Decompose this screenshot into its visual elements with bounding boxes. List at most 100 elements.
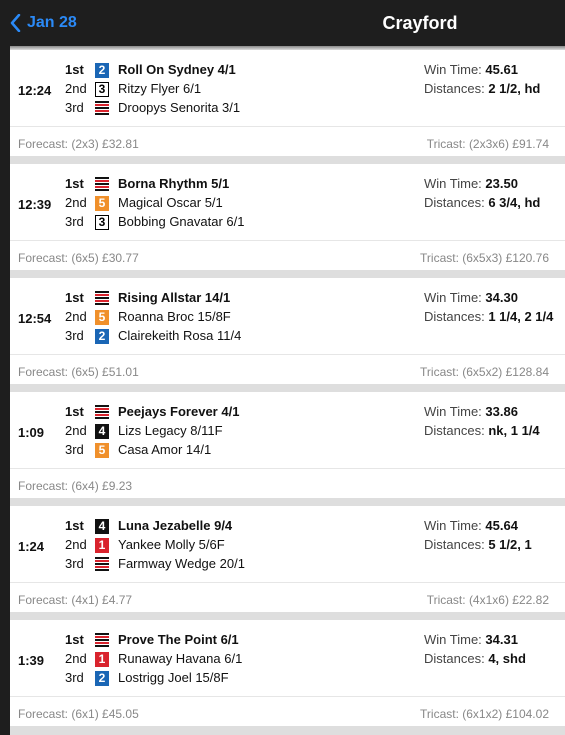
finish-position: 1st [65, 632, 84, 647]
finish-position: 1st [65, 176, 84, 191]
distances: Distances: 4, shd [424, 651, 526, 666]
forecast-value: (2x3) £32.81 [71, 137, 139, 151]
finish-position: 3rd [65, 442, 84, 457]
forecast-value: (6x1) £45.05 [71, 707, 139, 721]
finish-position: 3rd [65, 100, 84, 115]
race-card[interactable]: 1:24 1st 4 Luna Jezabelle 9/4 2nd 1 Yankee Mol… [10, 506, 565, 612]
distances-value: nk, 1 1/4 [488, 423, 540, 438]
greyhound-name: Clairekeith Rosa 11/4 [118, 328, 242, 343]
finish-position: 3rd [65, 556, 84, 571]
divider [10, 126, 565, 127]
forecast-value: (6x5) £51.01 [71, 365, 139, 379]
greyhound-name: Lizs Legacy 8/11F [118, 423, 223, 438]
back-button[interactable]: Jan 28 [10, 11, 77, 35]
finish-position: 2nd [65, 195, 87, 210]
race-time: 1:09 [18, 425, 45, 440]
divider [10, 240, 565, 241]
distances-value: 2 1/2, hd [488, 81, 541, 96]
top-navigation-bar: Jan 28 Crayford [0, 0, 565, 46]
greyhound-name: Bobbing Gnavatar 6/1 [118, 214, 245, 229]
forecast: Forecast: (6x1) £45.05 [18, 707, 139, 721]
forecast-value: (4x1) £4.77 [71, 593, 133, 607]
trap-6-badge [95, 101, 109, 116]
distances: Distances: 2 1/2, hd [424, 81, 541, 96]
trap-6-badge [95, 177, 109, 192]
win-time: Win Time: 45.61 [424, 62, 518, 77]
tricast: Tricast: (6x5x2) £128.84 [420, 365, 549, 379]
race-card[interactable]: 12:54 1st Rising Allstar 14/1 2nd 5 Roanna Br… [10, 278, 565, 384]
finish-position: 2nd [65, 537, 87, 552]
forecast-value: (6x4) £9.23 [71, 479, 133, 493]
trap-badge: 1 [95, 652, 109, 667]
race-time: 12:54 [18, 311, 52, 326]
tricast-value: (6x5x3) £120.76 [462, 251, 549, 265]
tricast-value: (2x3x6) £91.74 [468, 137, 549, 151]
divider [10, 468, 565, 469]
trap-badge: 3 [95, 82, 109, 97]
finish-position: 2nd [65, 423, 87, 438]
greyhound-name: Roll On Sydney 4/1 [118, 62, 236, 77]
finish-position: 2nd [65, 651, 87, 666]
forecast: Forecast: (6x4) £9.23 [18, 479, 133, 493]
tricast-value: (6x5x2) £128.84 [462, 365, 549, 379]
trap-badge: 2 [95, 63, 109, 78]
distances: Distances: nk, 1 1/4 [424, 423, 540, 438]
distances-value: 4, shd [488, 651, 526, 666]
finish-position: 1st [65, 518, 84, 533]
greyhound-name: Casa Amor 14/1 [118, 442, 212, 457]
greyhound-name: Luna Jezabelle 9/4 [118, 518, 233, 533]
tricast: Tricast: (2x3x6) £91.74 [426, 137, 549, 151]
greyhound-name: Rising Allstar 14/1 [118, 290, 231, 305]
finish-position: 1st [65, 290, 84, 305]
race-card[interactable]: 1:09 1st Peejays Forever 4/1 2nd 4 Lizs Legac… [10, 392, 565, 498]
greyhound-name: Droopys Senorita 3/1 [118, 100, 241, 115]
win-time: Win Time: 45.64 [424, 518, 518, 533]
race-card[interactable]: 12:24 1st 2 Roll On Sydney 4/1 2nd 3 Ritzy Fly… [10, 50, 565, 156]
greyhound-name: Farmway Wedge 20/1 [118, 556, 245, 571]
trap-6-badge [95, 405, 109, 420]
win-time: Win Time: 23.50 [424, 176, 518, 191]
win-time-value: 33.86 [485, 404, 518, 419]
distances: Distances: 1 1/4, 2 1/4 [424, 309, 554, 324]
win-time-value: 34.30 [485, 290, 518, 305]
race-card[interactable]: 12:39 1st Borna Rhythm 5/1 2nd 5 Magical Osca… [10, 164, 565, 270]
win-time-value: 45.61 [485, 62, 518, 77]
distances-value: 6 3/4, hd [488, 195, 541, 210]
win-time-value: 45.64 [485, 518, 518, 533]
trap-6-badge [95, 633, 109, 648]
win-time: Win Time: 33.86 [424, 404, 518, 419]
finish-position: 3rd [65, 214, 84, 229]
distances-value: 5 1/2, 1 [488, 537, 532, 552]
win-time-value: 23.50 [485, 176, 518, 191]
tricast: Tricast: (6x5x3) £120.76 [420, 251, 549, 265]
distances: Distances: 6 3/4, hd [424, 195, 541, 210]
race-time: 1:39 [18, 653, 45, 668]
finish-position: 2nd [65, 81, 87, 96]
greyhound-name: Ritzy Flyer 6/1 [118, 81, 202, 96]
forecast: Forecast: (2x3) £32.81 [18, 137, 139, 151]
trap-badge: 4 [95, 519, 109, 534]
chevron-left-icon [10, 14, 21, 32]
trap-badge: 4 [95, 424, 109, 439]
distances-value: 1 1/4, 2 1/4 [488, 309, 554, 324]
sidebar-edge [0, 46, 10, 735]
forecast: Forecast: (6x5) £51.01 [18, 365, 139, 379]
race-results-list: 12:24 1st 2 Roll On Sydney 4/1 2nd 3 Ritzy Fly… [10, 50, 565, 734]
race-time: 1:24 [18, 539, 45, 554]
trap-badge: 5 [95, 443, 109, 458]
trap-badge: 5 [95, 196, 109, 211]
greyhound-name: Borna Rhythm 5/1 [118, 176, 230, 191]
greyhound-name: Yankee Molly 5/6F [118, 537, 225, 552]
forecast-value: (6x5) £30.77 [71, 251, 139, 265]
trap-badge: 2 [95, 329, 109, 344]
tricast-value: (6x1x2) £104.02 [462, 707, 549, 721]
forecast: Forecast: (4x1) £4.77 [18, 593, 133, 607]
finish-position: 2nd [65, 309, 87, 324]
race-time: 12:39 [18, 197, 52, 212]
trap-badge: 1 [95, 538, 109, 553]
greyhound-name: Lostrigg Joel 15/8F [118, 670, 229, 685]
finish-position: 3rd [65, 670, 84, 685]
tricast: Tricast: (6x1x2) £104.02 [420, 707, 549, 721]
greyhound-name: Magical Oscar 5/1 [118, 195, 223, 210]
race-card[interactable]: 1:39 1st Prove The Point 6/1 2nd 1 Runaway Ha… [10, 620, 565, 726]
